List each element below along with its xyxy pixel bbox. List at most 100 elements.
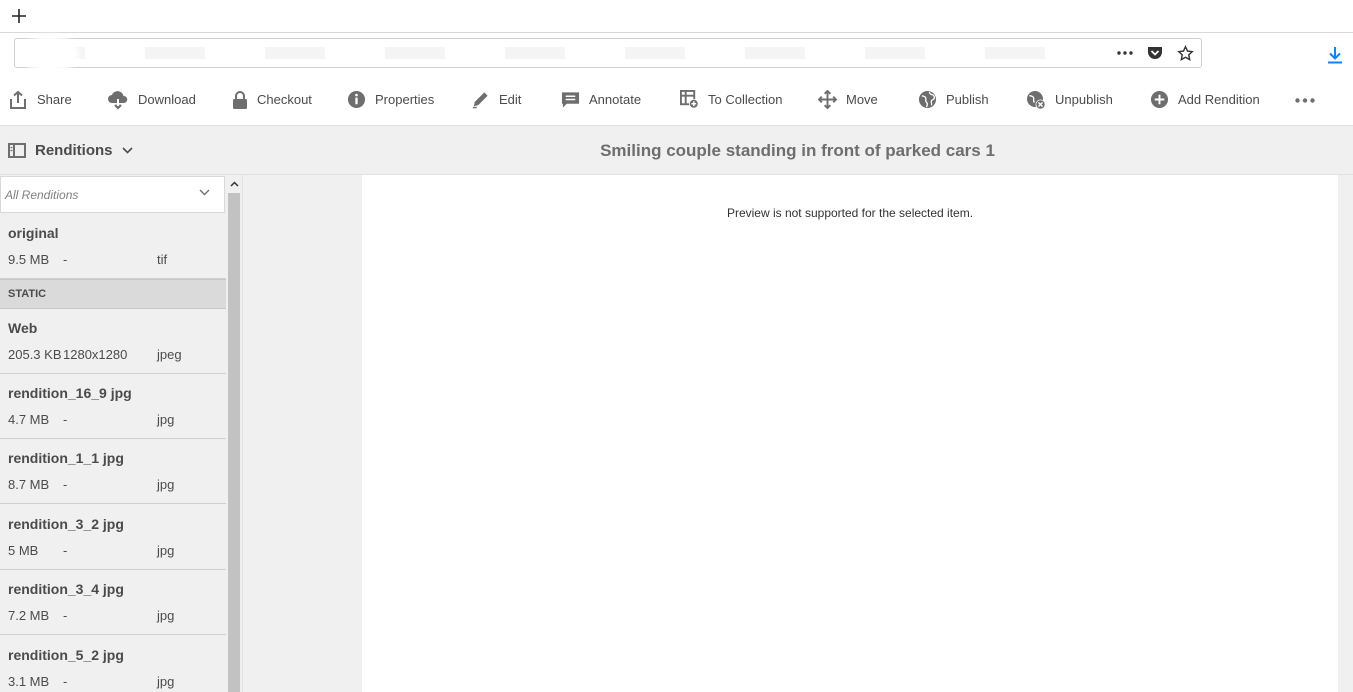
rendition-item[interactable]: rendition_3_2 jpg 5 MB - jpg: [0, 505, 226, 570]
rendition-item[interactable]: rendition_1_1 jpg 8.7 MB - jpg: [0, 439, 226, 504]
rendition-item[interactable]: rendition_5_2 jpg 3.1 MB - jpg: [0, 636, 226, 692]
edit-label: Edit: [499, 92, 522, 107]
rail-toggle-label: Renditions: [35, 142, 113, 159]
share-label: Share: [37, 92, 72, 107]
pocket-button[interactable]: [1145, 43, 1165, 63]
pencil-icon: [472, 92, 488, 109]
rendition-dimensions: -: [63, 252, 68, 267]
scroll-thumb[interactable]: [228, 193, 240, 692]
chevron-down-icon: [121, 147, 133, 154]
publish-button[interactable]: Publish: [918, 73, 989, 126]
rail-panel-icon: [8, 143, 26, 158]
rail-toggle-dropdown[interactable]: Renditions: [8, 126, 133, 175]
ellipsis-icon: [1117, 51, 1133, 55]
star-icon: [1176, 44, 1194, 61]
rendition-dimensions: -: [63, 412, 68, 427]
rendition-name: rendition_3_2 jpg: [8, 516, 124, 532]
share-icon: [10, 90, 26, 109]
move-arrows-icon: [818, 90, 837, 109]
cloud-download-icon: [108, 90, 128, 110]
to-collection-button[interactable]: To Collection: [680, 73, 782, 126]
section-header-static: STATIC: [0, 279, 226, 309]
annotate-label: Annotate: [589, 92, 642, 107]
globe-remove-icon: [1027, 90, 1046, 109]
rendition-format: jpg: [157, 477, 175, 492]
ellipsis-icon: [1295, 97, 1315, 103]
more-actions-button[interactable]: [1294, 90, 1316, 110]
checkout-label: Checkout: [257, 92, 312, 107]
site-identity-icon[interactable]: [27, 41, 73, 67]
rendition-format: jpg: [157, 543, 175, 558]
chevron-down-icon: [199, 189, 210, 196]
chevron-up-icon: [229, 181, 239, 187]
rendition-size: 205.3 KB: [8, 347, 62, 362]
rendition-size: 8.7 MB: [8, 477, 50, 492]
rendition-format: jpg: [157, 674, 175, 689]
properties-label: Properties: [375, 92, 435, 107]
page-title: Smiling couple standing in front of park…: [600, 141, 995, 160]
move-button[interactable]: Move: [818, 73, 878, 126]
filter-selected-value: All Renditions: [5, 187, 79, 202]
new-tab-button[interactable]: [8, 5, 30, 27]
scroll-up-button[interactable]: [226, 177, 242, 191]
rendition-dimensions: -: [63, 477, 68, 492]
rendition-format: jpg: [157, 608, 175, 623]
rendition-format: jpg: [157, 412, 175, 427]
add-rendition-button[interactable]: Add Rendition: [1150, 73, 1260, 126]
rendition-size: 5 MB: [8, 543, 39, 558]
rendition-size: 4.7 MB: [8, 412, 50, 427]
download-arrow-icon: [1328, 47, 1342, 64]
renditions-filter-select[interactable]: All Renditions: [0, 176, 225, 213]
info-icon: [347, 90, 366, 109]
rail-scrollbar[interactable]: [226, 175, 242, 692]
publish-label: Publish: [946, 92, 989, 107]
unpublish-label: Unpublish: [1055, 92, 1113, 107]
comment-icon: [561, 91, 580, 108]
preview-panel: Preview is not supported for the selecte…: [362, 175, 1338, 692]
rendition-size: 3.1 MB: [8, 674, 50, 689]
rendition-name: rendition_16_9 jpg: [8, 385, 132, 401]
rendition-size: 7.2 MB: [8, 608, 50, 623]
pocket-icon: [1148, 47, 1162, 59]
rendition-dimensions: -: [63, 674, 68, 689]
rendition-format: jpeg: [157, 347, 182, 362]
lock-icon: [233, 90, 247, 109]
download-label: Download: [138, 92, 196, 107]
url-text-redacted: [25, 47, 1105, 59]
downloads-button[interactable]: [1324, 44, 1346, 66]
rendition-original[interactable]: original 9.5 MB - tif: [0, 214, 226, 279]
rendition-item[interactable]: rendition_16_9 jpg 4.7 MB - jpg: [0, 374, 226, 439]
rendition-item[interactable]: Web 205.3 KB 1280x1280 jpeg: [0, 309, 226, 374]
rendition-format: tif: [157, 252, 168, 267]
rendition-name: original: [8, 225, 59, 241]
rendition-size: 9.5 MB: [8, 252, 50, 267]
properties-button[interactable]: Properties: [347, 73, 434, 126]
asset-action-bar: Share Download Checkout Properties Edit: [0, 73, 1353, 126]
annotate-button[interactable]: Annotate: [561, 73, 641, 126]
renditions-rail: All Renditions original 9.5 MB - tif STA…: [0, 175, 226, 692]
preview-message: Preview is not supported for the selecte…: [726, 206, 974, 220]
rendition-name: rendition_5_2 jpg: [8, 647, 124, 663]
rendition-dimensions: -: [63, 543, 68, 558]
page-actions-button[interactable]: [1115, 43, 1135, 63]
browser-nav-bar: [0, 33, 1353, 73]
asset-title-bar: Renditions Smiling couple standing in fr…: [0, 126, 1353, 175]
move-label: Move: [846, 92, 878, 107]
rendition-name: rendition_1_1 jpg: [8, 450, 124, 466]
rendition-item[interactable]: rendition_3_4 jpg 7.2 MB - jpg: [0, 570, 226, 635]
globe-icon: [918, 90, 937, 109]
collection-add-icon: [680, 90, 699, 109]
add-rendition-label: Add Rendition: [1178, 92, 1260, 107]
browser-tab-strip: [0, 0, 1353, 33]
share-button[interactable]: Share: [8, 73, 72, 126]
plus-icon: [12, 9, 26, 23]
edit-button[interactable]: Edit: [471, 73, 521, 126]
bookmark-star-button[interactable]: [1175, 43, 1195, 63]
checkout-button[interactable]: Checkout: [232, 73, 312, 126]
address-bar[interactable]: [14, 38, 1202, 68]
to-collection-label: To Collection: [708, 92, 783, 107]
download-button[interactable]: Download: [107, 73, 196, 126]
add-circle-icon: [1150, 90, 1169, 109]
rendition-name: rendition_3_4 jpg: [8, 581, 124, 597]
unpublish-button[interactable]: Unpublish: [1026, 73, 1113, 126]
